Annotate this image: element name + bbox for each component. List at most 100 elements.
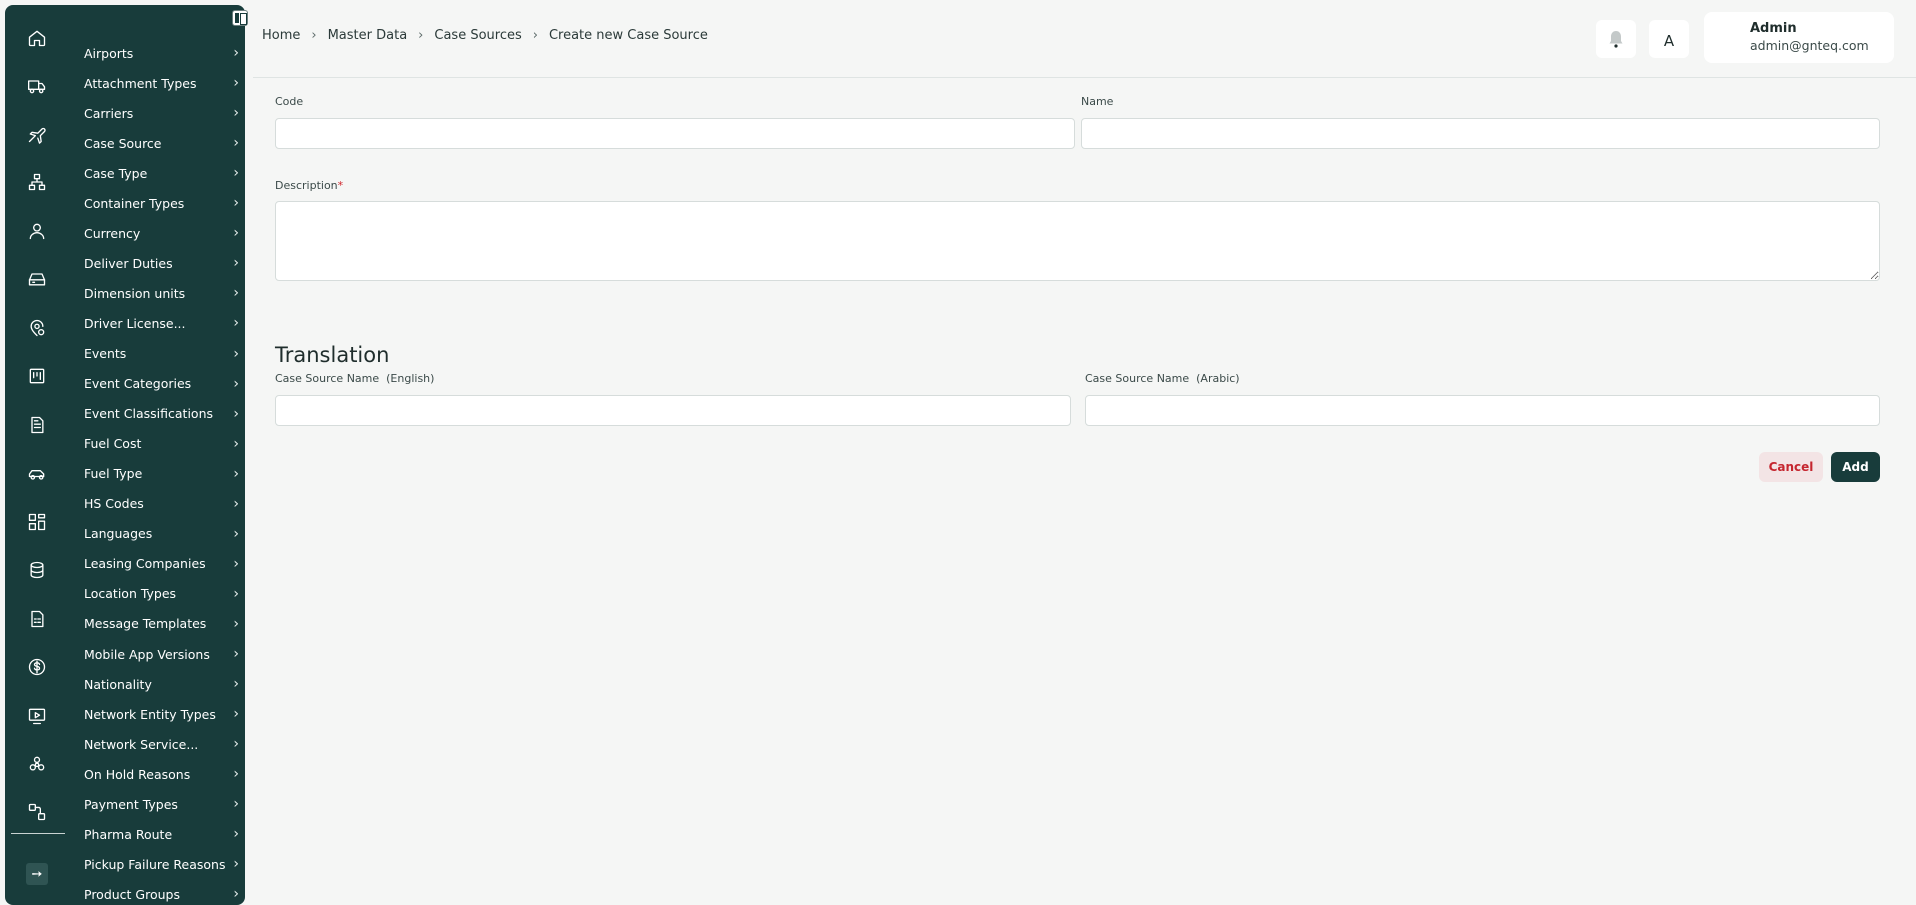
chevron-right-icon: ›	[233, 375, 239, 392]
name-english-input[interactable]	[275, 395, 1071, 426]
sidebar-item-hs-codes[interactable]: HS Codes ›	[84, 492, 239, 516]
chevron-right-icon: ›	[233, 285, 239, 302]
sidebar-item-on-hold-reasons[interactable]: On Hold Reasons ›	[84, 762, 239, 786]
sidebar-item-network-entity-types[interactable]: Network Entity Types ›	[84, 702, 239, 726]
sidebar-item-product-groups[interactable]: Product Groups ›	[84, 882, 239, 905]
breadcrumb-master-data[interactable]: Master Data	[328, 28, 408, 43]
car-icon[interactable]	[25, 462, 49, 486]
sidebar-item-label: Deliver Duties	[84, 255, 173, 271]
breadcrumb: Home › Master Data › Case Sources › Crea…	[262, 28, 708, 43]
chevron-right-icon: ›	[233, 856, 239, 873]
sidebar-item-case-source[interactable]: Case Source ›	[84, 131, 239, 155]
report-icon[interactable]	[25, 607, 49, 631]
database-icon[interactable]	[25, 558, 49, 582]
chevron-right-icon: ›	[233, 555, 239, 572]
truck-icon[interactable]	[25, 74, 49, 98]
sidebar-item-mobile-app-versions[interactable]: Mobile App Versions ›	[84, 642, 239, 666]
sidebar-item-label: Carriers	[84, 105, 134, 121]
sidebar-item-label: Location Types	[84, 586, 177, 602]
chevron-right-icon: ›	[233, 796, 239, 813]
sidebar-item-label: Container Types	[84, 195, 185, 211]
sidebar-item-label: On Hold Reasons	[84, 766, 191, 782]
sidebar-item-pickup-failure-reasons[interactable]: Pickup Failure Reasons ›	[84, 852, 239, 876]
sidebar-item-events[interactable]: Events ›	[84, 342, 239, 366]
document-icon[interactable]	[25, 413, 49, 437]
sidebar-item-label: Attachment Types	[84, 75, 197, 91]
sidebar-item-payment-types[interactable]: Payment Types ›	[84, 792, 239, 816]
notifications-button[interactable]	[1596, 20, 1636, 58]
sidebar-item-driver-license[interactable]: Driver License... ›	[84, 311, 239, 335]
breadcrumb-case-sources[interactable]: Case Sources	[434, 28, 521, 43]
sidebar-item-network-service[interactable]: Network Service... ›	[84, 732, 239, 756]
sidebar-item-airports[interactable]: Airports ›	[84, 41, 239, 65]
translation-title: Translation	[275, 343, 390, 367]
chevron-right-icon: ›	[233, 766, 239, 783]
chevron-right-icon: ›	[233, 525, 239, 542]
sidebar-item-label: Nationality	[84, 676, 152, 692]
dashboard-icon[interactable]	[25, 510, 49, 534]
inbox-icon[interactable]	[25, 267, 49, 291]
sidebar-item-fuel-cost[interactable]: Fuel Cost ›	[84, 432, 239, 456]
user-icon[interactable]	[25, 219, 49, 243]
sidebar-item-case-type[interactable]: Case Type ›	[84, 161, 239, 185]
breadcrumb-separator: ›	[418, 28, 424, 43]
chevron-right-icon: ›	[233, 886, 239, 903]
sidebar-item-leasing-companies[interactable]: Leasing Companies ›	[84, 552, 239, 576]
location-icon[interactable]	[25, 316, 49, 340]
workflow-icon[interactable]	[25, 800, 49, 824]
top-header: Home › Master Data › Case Sources › Crea…	[253, 0, 1916, 78]
sidebar-item-pharma-route[interactable]: Pharma Route ›	[84, 822, 239, 846]
sidebar-item-container-types[interactable]: Container Types ›	[84, 191, 239, 215]
sidebar-item-label: Currency	[84, 225, 141, 241]
home-icon[interactable]	[25, 26, 49, 50]
chevron-right-icon: ›	[233, 465, 239, 482]
sidebar-item-attachment-types[interactable]: Attachment Types ›	[84, 71, 239, 95]
network-icon[interactable]	[25, 170, 49, 194]
sidebar-item-message-templates[interactable]: Message Templates ›	[84, 612, 239, 636]
name-input[interactable]	[1081, 118, 1880, 149]
chevron-right-icon: ›	[233, 585, 239, 602]
dollar-icon[interactable]	[25, 655, 49, 679]
chevron-right-icon: ›	[233, 45, 239, 61]
sidebar-item-label: Network Service...	[84, 736, 199, 752]
chevron-right-icon: ›	[233, 706, 239, 723]
sidebar-item-dimension-units[interactable]: Dimension units ›	[84, 281, 239, 305]
rail-divider	[11, 833, 65, 834]
code-input[interactable]	[275, 118, 1075, 149]
sidebar-item-location-types[interactable]: Location Types ›	[84, 582, 239, 606]
sidebar-item-fuel-type[interactable]: Fuel Type ›	[84, 462, 239, 486]
language-button[interactable]: A	[1649, 20, 1689, 58]
sidebar-item-label: Network Entity Types	[84, 706, 216, 722]
sidebar-item-carriers[interactable]: Carriers ›	[84, 101, 239, 125]
sidebar-item-label: Event Classifications	[84, 406, 214, 422]
code-label: Code	[275, 95, 304, 108]
sidebar-item-label: Pickup Failure Reasons	[84, 856, 226, 872]
sidebar-item-nationality[interactable]: Nationality ›	[84, 672, 239, 696]
chevron-right-icon: ›	[233, 315, 239, 332]
cancel-button[interactable]: Cancel	[1759, 452, 1823, 482]
breadcrumb-separator: ›	[311, 28, 317, 43]
sidebar-item-event-categories[interactable]: Event Categories ›	[84, 372, 239, 396]
sidebar-item-label: Languages	[84, 526, 153, 542]
sidebar-collapse-icon[interactable]	[232, 10, 248, 26]
board-icon[interactable]	[25, 364, 49, 388]
sidebar-item-languages[interactable]: Languages ›	[84, 522, 239, 546]
description-textarea[interactable]	[275, 201, 1880, 281]
sidebar-item-deliver-duties[interactable]: Deliver Duties ›	[84, 251, 239, 275]
chevron-right-icon: ›	[233, 135, 239, 152]
add-button[interactable]: Add	[1831, 452, 1880, 482]
translate-icon: A	[1663, 32, 1675, 50]
chevron-right-icon: ›	[233, 165, 239, 182]
sidebar-item-event-classifications[interactable]: Event Classifications ›	[84, 402, 239, 426]
sidebar-item-currency[interactable]: Currency ›	[84, 221, 239, 245]
plane-icon[interactable]	[25, 122, 49, 146]
monitor-icon[interactable]	[25, 704, 49, 728]
cluster-icon[interactable]	[25, 752, 49, 776]
user-profile-card[interactable]: Admin admin@gnteq.com	[1704, 12, 1894, 63]
sidebar-item-label: Driver License...	[84, 315, 186, 331]
sidebar-item-label: HS Codes	[84, 496, 144, 512]
breadcrumb-home[interactable]: Home	[262, 28, 300, 43]
required-mark: *	[337, 179, 344, 192]
logout-icon[interactable]: ➙	[26, 863, 48, 885]
name-arabic-input[interactable]	[1085, 395, 1880, 426]
